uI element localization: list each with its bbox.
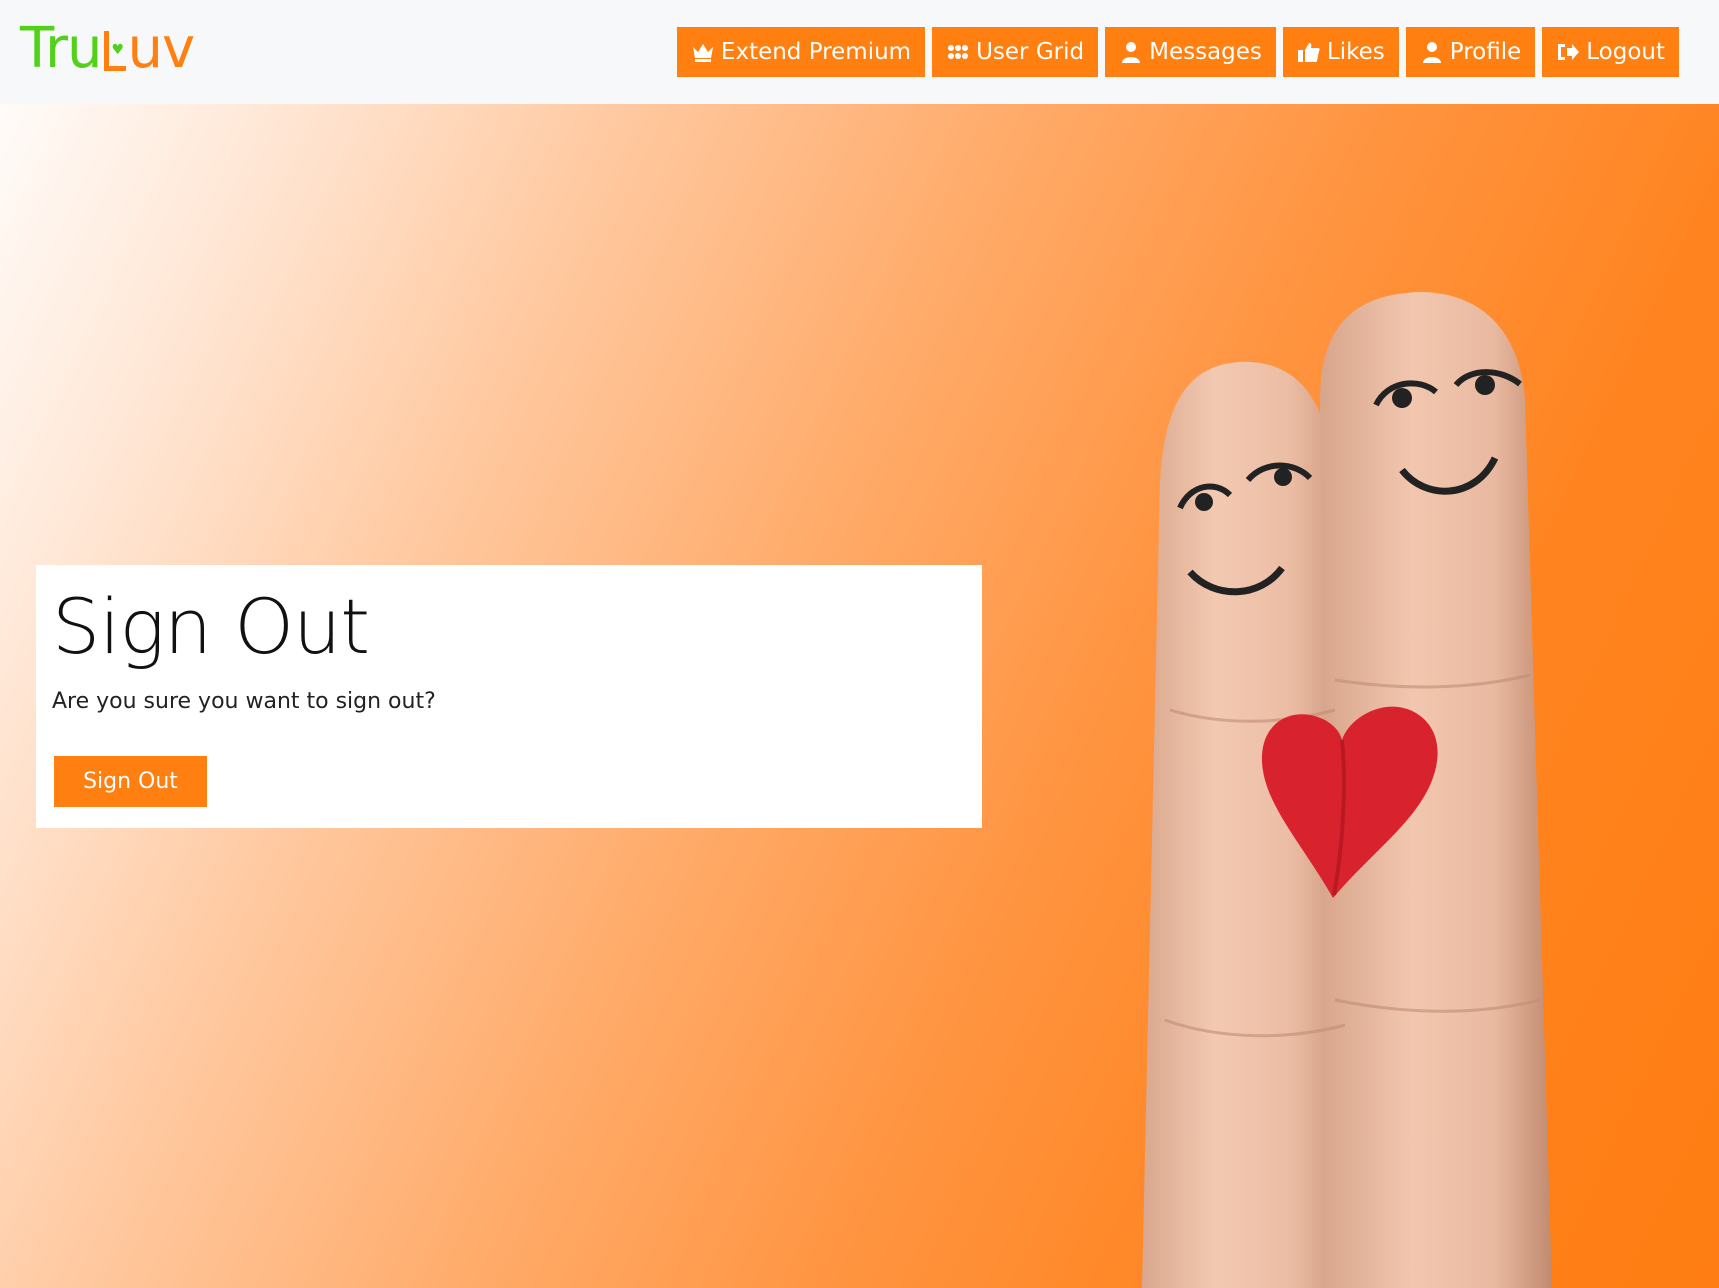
nav-label: Logout <box>1586 39 1665 65</box>
thumbs-up-icon <box>1297 43 1320 62</box>
page-title: Sign Out <box>52 582 370 671</box>
nav-messages-button[interactable]: Messages <box>1105 27 1276 77</box>
confirm-message: Are you sure you want to sign out? <box>52 689 436 714</box>
nav-label: User Grid <box>976 39 1085 65</box>
user-icon <box>1422 42 1441 63</box>
sign-out-card: Sign Out Are you sure you want to sign o… <box>36 565 982 828</box>
nav-user-grid-button[interactable]: User Grid <box>932 27 1099 77</box>
nav-label: Likes <box>1326 39 1385 65</box>
brand-name-part2: uv <box>127 16 196 81</box>
nav-profile-button[interactable]: Profile <box>1405 27 1536 77</box>
sign-out-icon <box>1558 44 1580 60</box>
main-nav: Extend Premium User Grid Messages Likes … <box>676 27 1679 77</box>
sign-out-button[interactable]: Sign Out <box>54 756 207 807</box>
nav-likes-button[interactable]: Likes <box>1282 27 1399 77</box>
nav-label: Extend Premium <box>720 39 912 65</box>
nav-label: Profile <box>1449 39 1522 65</box>
nav-logout-button[interactable]: Logout <box>1542 27 1679 77</box>
nav-label: Messages <box>1149 39 1262 65</box>
brand-name-part1: Tru <box>20 16 102 81</box>
nav-extend-premium-button[interactable]: Extend Premium <box>676 27 926 77</box>
user-icon <box>1122 42 1141 63</box>
couple-fingers-image <box>1142 292 1552 1288</box>
navbar: Tru ♥ uv Extend Premium User Grid Messages… <box>0 0 1719 104</box>
brand-logo[interactable]: Tru ♥ uv <box>20 14 196 84</box>
crown-icon <box>692 44 713 62</box>
grid-icon <box>948 45 969 59</box>
brand-heart-l: ♥ <box>102 25 128 73</box>
